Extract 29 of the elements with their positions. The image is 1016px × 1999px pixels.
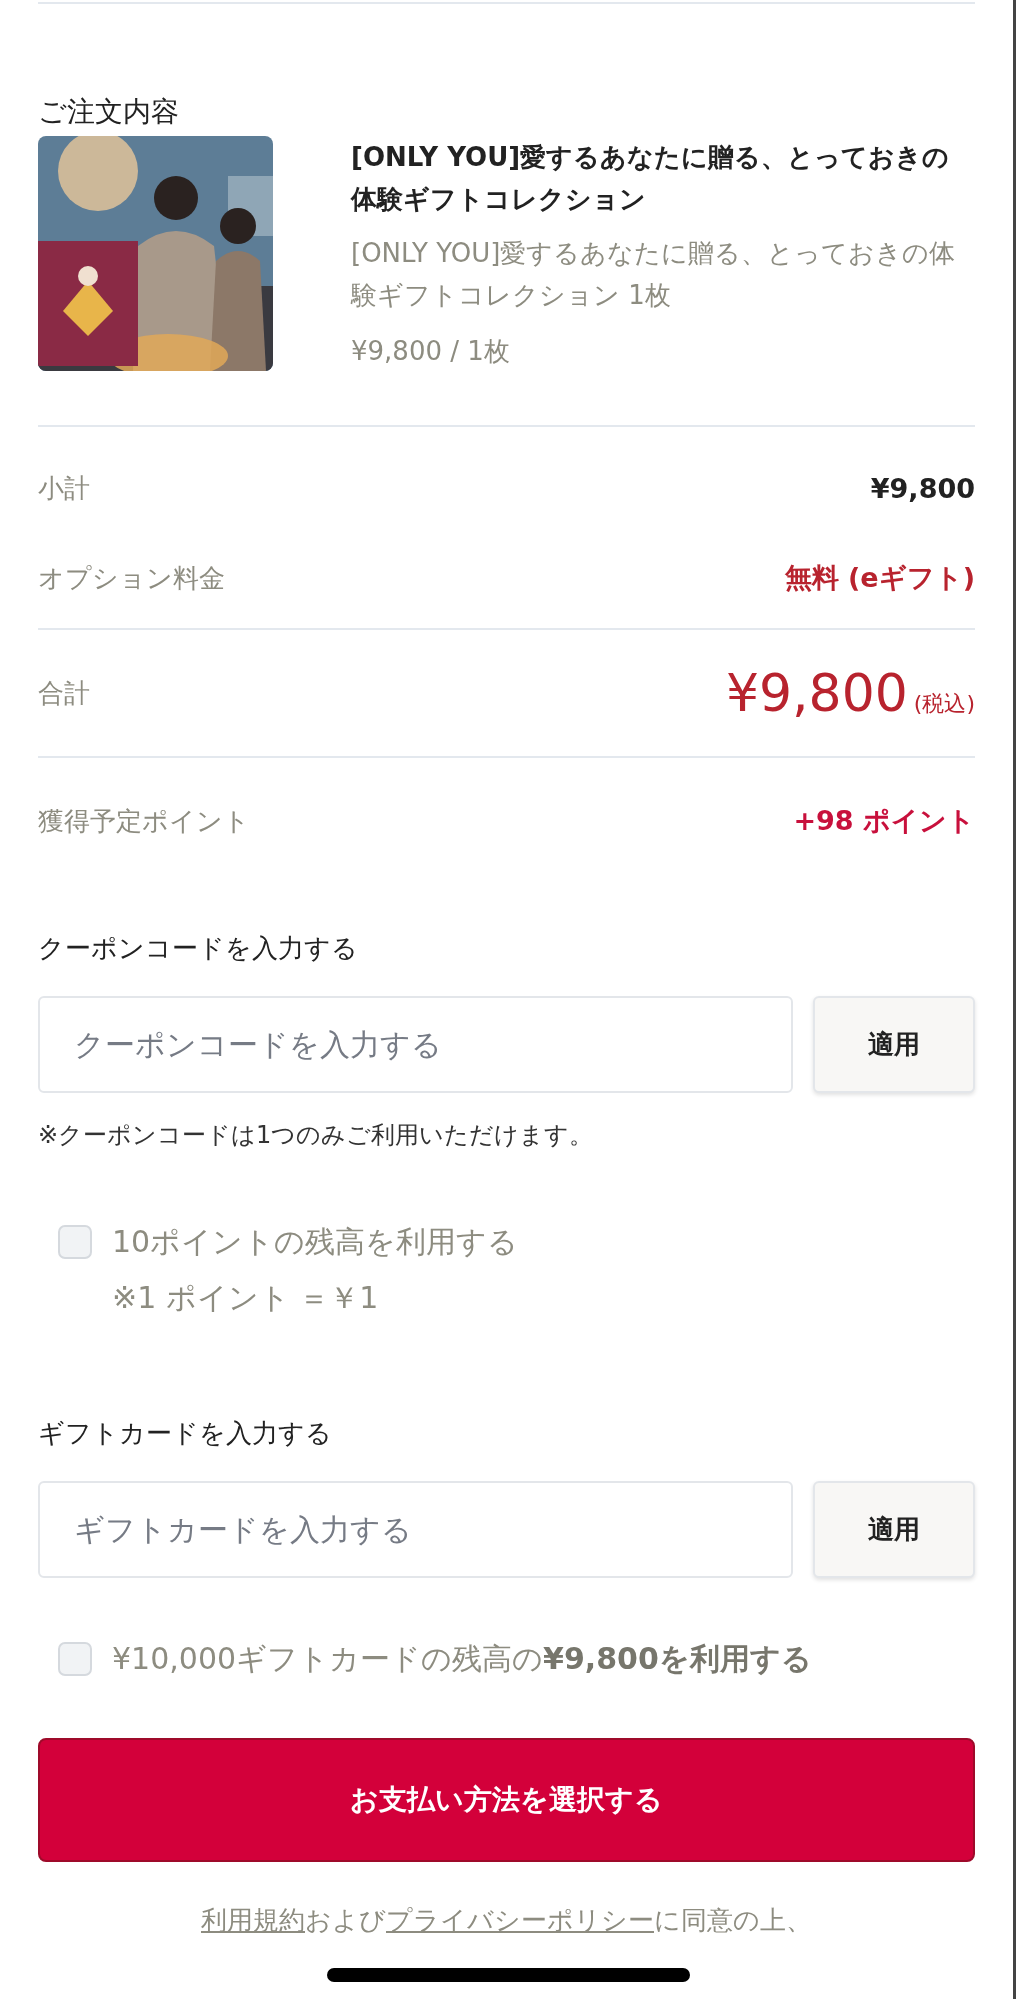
- checkbox-label: 10ポイントの残高を利用する: [112, 1223, 519, 1261]
- product-title: [ONLY YOU]愛するあなたに贈る、とっておきの体験ギフトコレクション: [351, 141, 951, 216]
- total-label: 合計: [38, 676, 90, 710]
- link[interactable]: 利用規約: [201, 1905, 305, 1935]
- points-label: 獲得予定ポイント: [38, 804, 250, 838]
- gift-card-field[interactable]: ギフトカードを入力する: [38, 1481, 793, 1578]
- checkbox[interactable]: [58, 1225, 92, 1259]
- summary-label: 小計: [38, 472, 90, 505]
- apply-button[interactable]: 適用: [813, 996, 975, 1093]
- summary-label: オプション料金: [38, 561, 225, 595]
- field-label: クーポンコードを入力する: [38, 932, 359, 965]
- link[interactable]: プライバシーポリシー: [386, 1905, 654, 1935]
- apply-button[interactable]: 適用: [813, 1481, 975, 1578]
- checkbox[interactable]: [58, 1642, 92, 1676]
- conversion-note: ※1 ポイント ＝￥1: [112, 1279, 380, 1317]
- coupon-note: ※クーポンコードは1つのみご利用いただけます。: [38, 1120, 595, 1151]
- section-heading: ご注文内容: [38, 94, 180, 130]
- agreement-text: 利用規約およびプライバシーポリシーに同意の上、: [200, 1904, 813, 1937]
- tax-note: (税込): [913, 690, 975, 718]
- coupon-field[interactable]: クーポンコードを入力する: [38, 996, 793, 1093]
- payment-method-button[interactable]: お支払い方法を選択する: [38, 1738, 975, 1862]
- product-description: [ONLY YOU]愛するあなたに贈る、とっておきの体験ギフトコレクション 1枚: [351, 237, 957, 312]
- field-label: ギフトカードを入力する: [38, 1417, 333, 1450]
- summary-value: 無料 (eギフト): [784, 561, 975, 595]
- unit-price: ¥9,800 / 1枚: [351, 335, 511, 368]
- summary-value: ¥9,800: [870, 473, 975, 504]
- total-price: ¥9,800: [725, 663, 908, 723]
- checkbox-label: ¥10,000ギフトカードの残高の¥9,800を利用する: [112, 1640, 812, 1678]
- points-value: +98 ポイント: [793, 804, 975, 838]
